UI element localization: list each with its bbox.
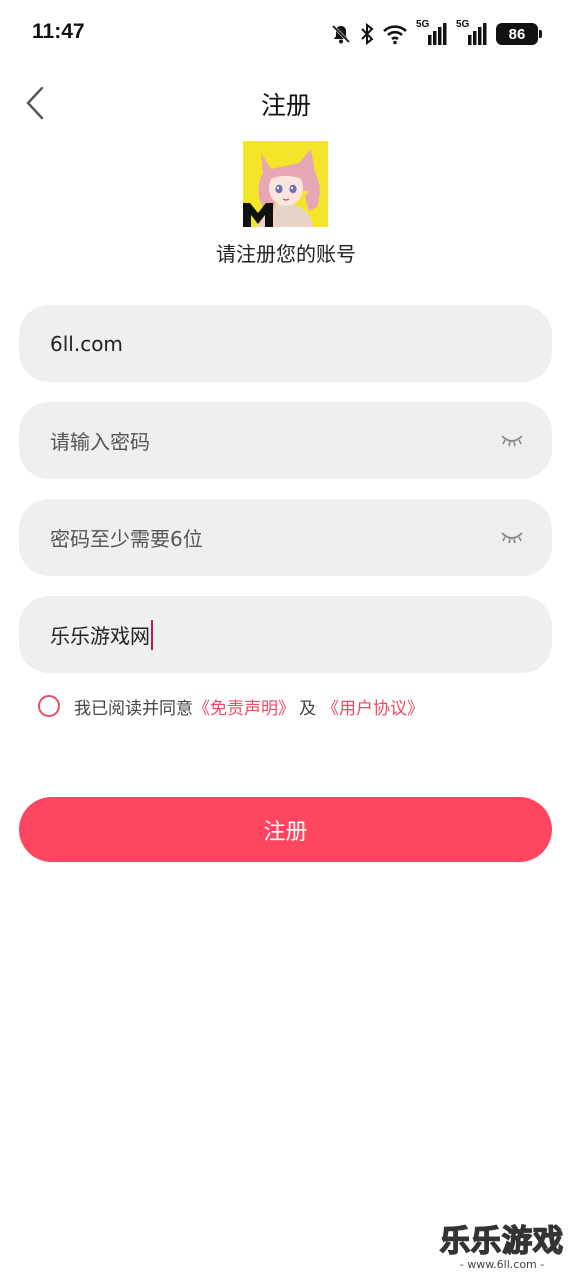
password-placeholder: 请输入密码 [50,430,150,454]
disclaimer-link[interactable]: 《免责声明》 [193,694,295,719]
username-field[interactable]: 6ll.com [19,305,552,382]
confirm-password-placeholder: 密码至少需要6位 [50,527,203,551]
watermark: 乐乐游戏 - www.6ll.com - [439,1216,564,1271]
agree-radio[interactable] [38,695,60,717]
register-subtitle: 请注册您的账号 [216,242,356,266]
signal-bars-icon [468,23,487,45]
anime-avatar-icon [243,141,328,227]
status-time: 11:47 [32,20,85,43]
bluetooth-icon [361,23,374,45]
status-icons: 5G 5G 86 [330,19,542,48]
password-field[interactable]: 请输入密码 [19,402,552,479]
eye-closed-icon[interactable] [500,527,524,547]
text-cursor [151,619,153,650]
nickname-value: 乐乐游戏网 [50,624,150,648]
battery-indicator: 86 [496,23,542,45]
agreement-row: 我已阅读并同意 《免责声明》 及 《用户协议》 [38,690,424,722]
bell-muted-icon [331,24,351,44]
register-button[interactable]: 注册 [19,797,552,862]
agreement-prefix: 我已阅读并同意 [74,698,193,719]
watermark-title: 乐乐游戏 [439,1223,564,1260]
username-value: 6ll.com [50,331,123,356]
signal-bars-icon [428,23,447,45]
eye-closed-icon[interactable] [500,430,524,450]
signal-1: 5G [416,19,448,47]
nickname-field[interactable]: 乐乐游戏网 [19,596,552,673]
agreement-conjunction: 及 [299,698,316,719]
signal-2: 5G [456,19,488,47]
wifi-icon [383,25,407,45]
app-logo [243,141,328,227]
page-title: 注册 [260,91,311,120]
user-agreement-link[interactable]: 《用户协议》 [322,694,424,719]
status-bar: 11:47 5G 5G 86 [0,0,572,68]
confirm-password-field[interactable]: 密码至少需要6位 [19,499,552,576]
